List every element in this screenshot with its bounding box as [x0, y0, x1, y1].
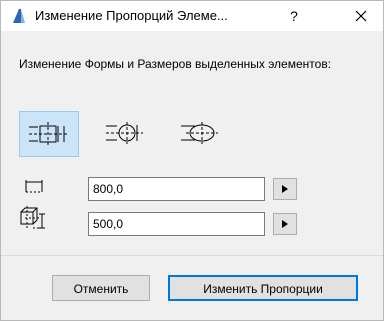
triangle-right-icon — [282, 185, 288, 193]
width-dimension-icon — [25, 180, 43, 193]
cancel-button[interactable]: Отменить — [52, 275, 150, 301]
width-input[interactable] — [88, 177, 265, 201]
dialog-heading: Изменение Формы и Размеров выделенных эл… — [19, 57, 332, 71]
height-input[interactable] — [88, 212, 265, 236]
triangle-right-icon — [282, 220, 288, 228]
width-options-button[interactable] — [273, 178, 297, 200]
app-icon — [13, 9, 25, 23]
close-button[interactable] — [346, 5, 376, 27]
apply-proportions-button[interactable]: Изменить Пропорции — [168, 275, 358, 301]
window-title: Изменение Пропорций Элеме... — [35, 8, 228, 23]
stretch-circle-icon — [106, 122, 143, 144]
height-dimension-icon — [20, 206, 45, 230]
stretch-box-icon — [29, 122, 68, 146]
dialog-window: Изменение Пропорций Элеме... ? Изменение… — [0, 0, 384, 321]
height-options-button[interactable] — [273, 213, 297, 235]
close-icon — [355, 10, 367, 22]
mode-button-box[interactable] — [19, 111, 79, 157]
mode-button-ellipse[interactable] — [171, 111, 231, 157]
title-bar: Изменение Пропорций Элеме... ? — [1, 1, 383, 31]
stretch-ellipse-icon — [181, 122, 218, 144]
help-button[interactable]: ? — [284, 6, 304, 26]
mode-button-circle[interactable] — [97, 111, 157, 157]
